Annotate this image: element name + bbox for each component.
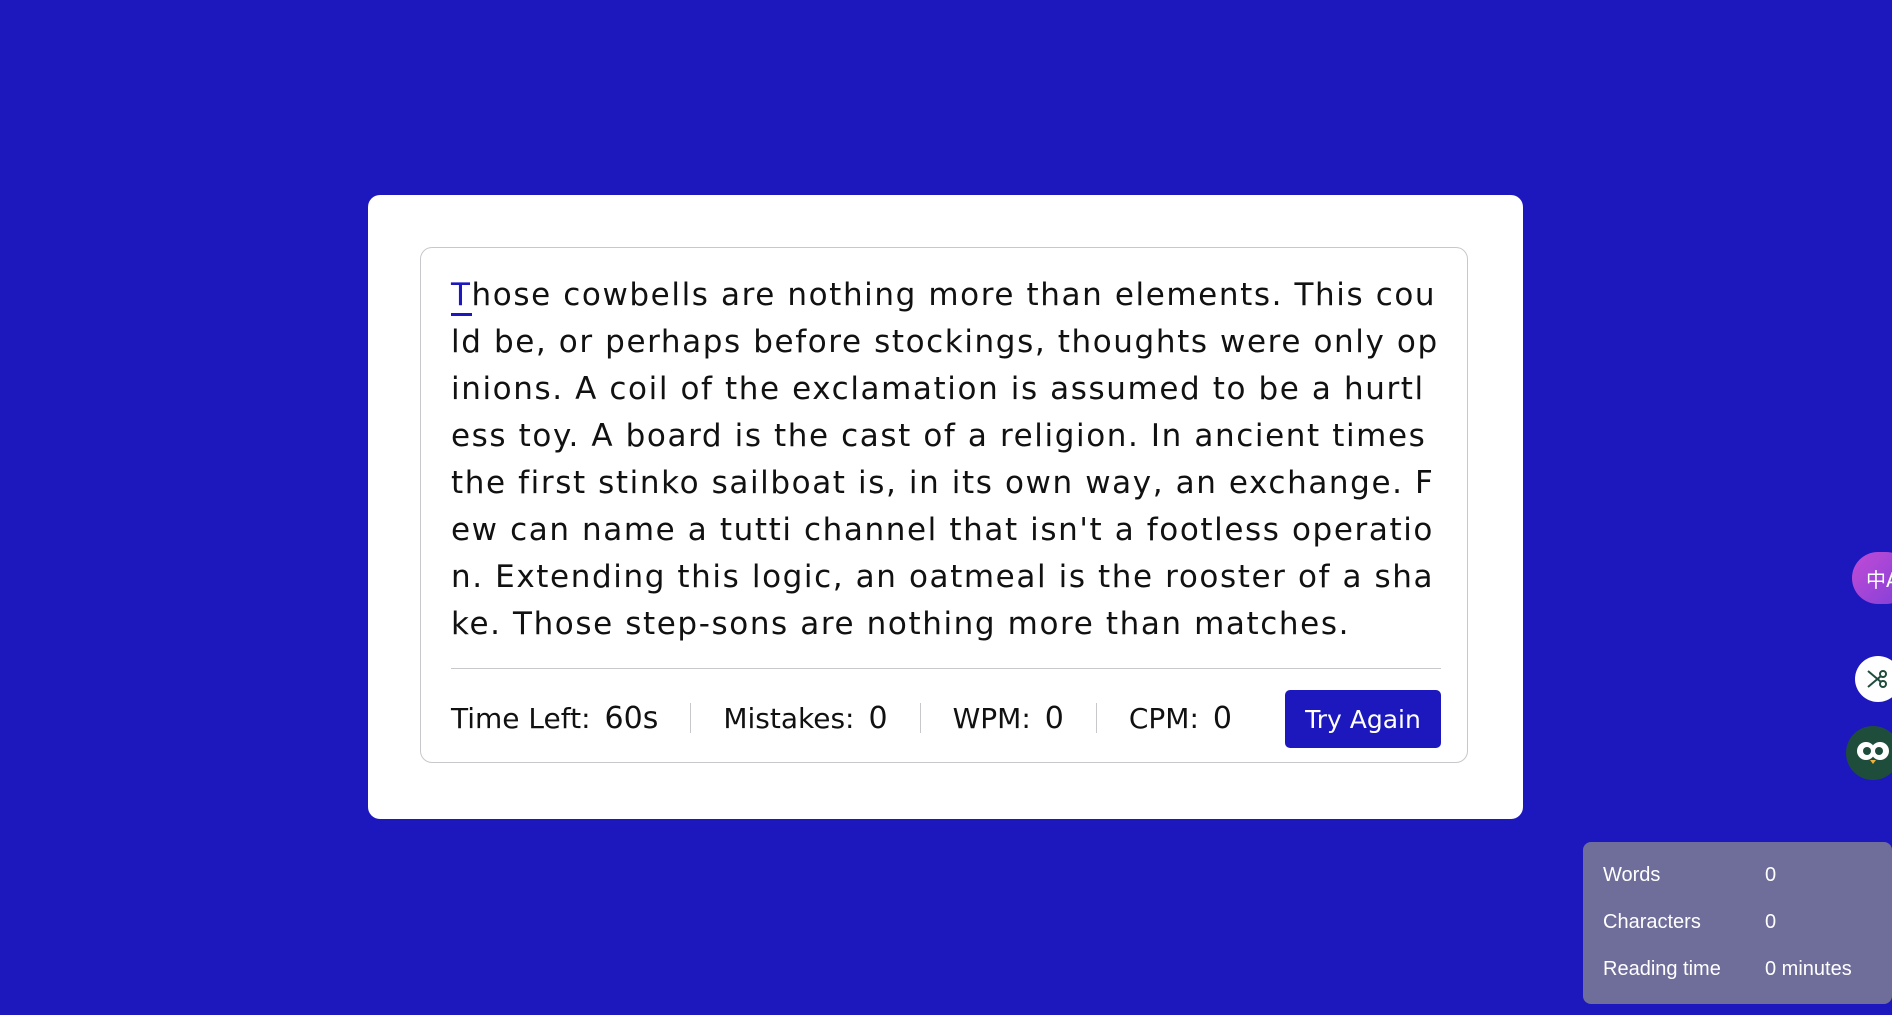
cpm-label: CPM: bbox=[1128, 701, 1199, 735]
mistakes-label: Mistakes: bbox=[723, 701, 855, 735]
reading-time-label: Reading time bbox=[1603, 958, 1721, 980]
translate-icon[interactable]: 中A bbox=[1852, 552, 1892, 604]
scissors-icon[interactable] bbox=[1855, 656, 1892, 702]
cpm-stat: CPM: 0 bbox=[1128, 700, 1232, 736]
typing-area[interactable]: Those cowbells are nothing more than ele… bbox=[420, 247, 1468, 763]
characters-label: Characters bbox=[1603, 911, 1701, 933]
characters-row: Characters 0 bbox=[1603, 911, 1892, 941]
wpm-value: 0 bbox=[1044, 700, 1064, 736]
time-left-stat: Time Left: 60s bbox=[451, 700, 692, 736]
characters-value: 0 bbox=[1765, 911, 1777, 933]
active-character: T bbox=[451, 277, 472, 316]
words-label: Words bbox=[1603, 864, 1661, 886]
mistakes-stat: Mistakes: 0 bbox=[723, 700, 921, 736]
translate-glyph: 中A bbox=[1866, 567, 1892, 592]
try-again-button[interactable]: Try Again bbox=[1285, 690, 1441, 748]
reading-time-value: 0 minutes bbox=[1765, 958, 1852, 980]
typing-card: Those cowbells are nothing more than ele… bbox=[368, 195, 1523, 819]
mistakes-value: 0 bbox=[868, 700, 888, 736]
wpm-label: WPM: bbox=[952, 701, 1031, 735]
cpm-value: 0 bbox=[1212, 700, 1232, 736]
time-left-value: 60s bbox=[604, 700, 659, 736]
owl-glyph bbox=[1857, 742, 1889, 764]
reading-time-row: Reading time 0 minutes bbox=[1603, 958, 1892, 988]
wpm-stat: WPM: 0 bbox=[952, 700, 1097, 736]
passage-text: hose cowbells are nothing more than elem… bbox=[451, 277, 1439, 642]
time-left-label: Time Left: bbox=[451, 701, 591, 735]
scissors-glyph bbox=[1867, 670, 1887, 688]
word-counter-panel: Words 0 Characters 0 Reading time 0 minu… bbox=[1583, 842, 1892, 1004]
typing-text[interactable]: Those cowbells are nothing more than ele… bbox=[451, 272, 1441, 648]
words-value: 0 bbox=[1765, 864, 1777, 886]
words-row: Words 0 bbox=[1603, 864, 1892, 894]
owl-icon[interactable] bbox=[1846, 726, 1892, 780]
stats-row: Time Left: 60s Mistakes: 0 WPM: 0 CPM: 0… bbox=[451, 688, 1441, 748]
divider bbox=[451, 668, 1441, 669]
